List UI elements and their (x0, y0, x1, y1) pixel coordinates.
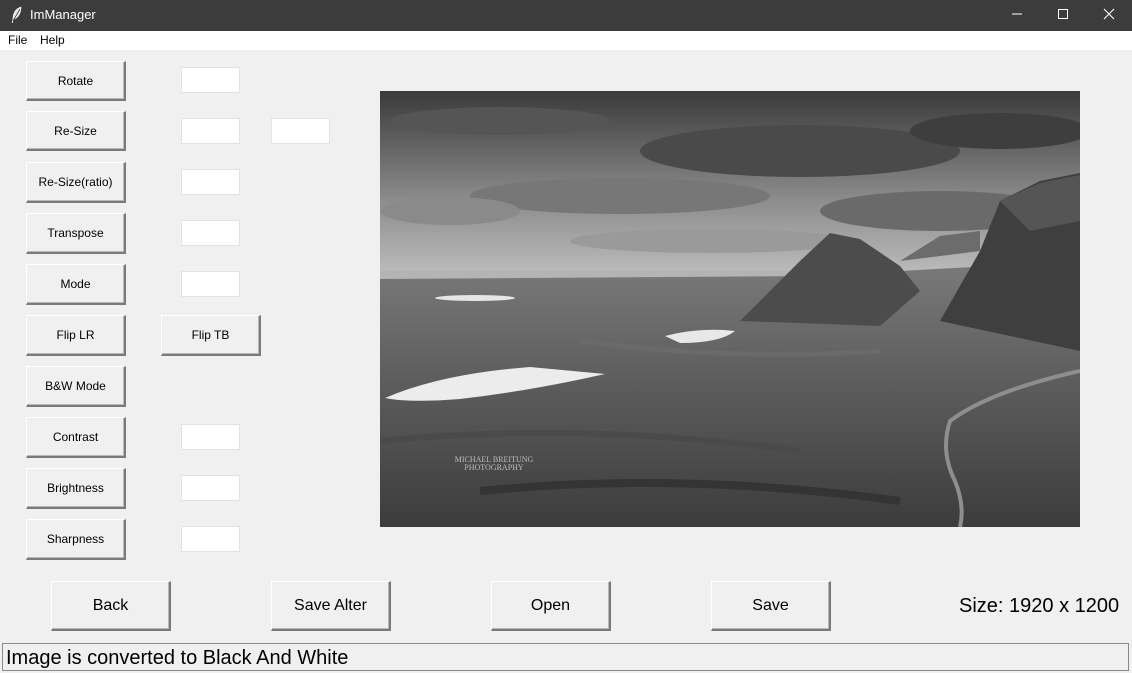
contrast-button[interactable]: Contrast (26, 417, 126, 458)
mode-button[interactable]: Mode (26, 264, 126, 305)
landscape-photo: MICHAEL BREITUNG PHOTOGRAPHY (379, 91, 1090, 528)
transpose-input[interactable] (181, 220, 240, 246)
title-bar: ImManager (0, 0, 1132, 31)
feather-icon (9, 6, 25, 24)
brightness-button[interactable]: Brightness (26, 468, 126, 509)
resize-button[interactable]: Re-Size (26, 111, 126, 151)
save-button[interactable]: Save (711, 581, 831, 631)
minimize-button[interactable] (994, 0, 1040, 31)
maximize-icon (1057, 7, 1069, 25)
contrast-input[interactable] (181, 424, 240, 450)
status-bar: Image is converted to Black And White (2, 643, 1129, 671)
sharpness-button[interactable]: Sharpness (26, 519, 126, 560)
close-icon (1103, 7, 1115, 25)
resize-ratio-button[interactable]: Re-Size(ratio) (26, 162, 126, 203)
rotate-input[interactable] (181, 67, 240, 93)
back-button[interactable]: Back (51, 581, 171, 631)
menu-bar: File Help (0, 31, 1132, 50)
menu-help[interactable]: Help (40, 33, 65, 47)
image-size-label: Size: 1920 x 1200 (959, 595, 1120, 617)
maximize-button[interactable] (1040, 0, 1086, 31)
resize-ratio-input[interactable] (181, 169, 240, 195)
flip-lr-button[interactable]: Flip LR (26, 315, 126, 356)
menu-file[interactable]: File (8, 33, 27, 47)
image-preview: MICHAEL BREITUNG PHOTOGRAPHY (379, 91, 1090, 528)
status-message: Image is converted to Black And White (6, 647, 349, 669)
minimize-icon (1011, 7, 1023, 25)
close-button[interactable] (1086, 0, 1132, 31)
brightness-input[interactable] (181, 475, 240, 501)
resize-height-input[interactable] (271, 118, 330, 144)
open-button[interactable]: Open (491, 581, 611, 631)
resize-width-input[interactable] (181, 118, 240, 144)
watermark-line-2: PHOTOGRAPHY (464, 463, 524, 472)
flip-tb-button[interactable]: Flip TB (161, 315, 261, 356)
save-alter-button[interactable]: Save Alter (271, 581, 391, 631)
bw-mode-button[interactable]: B&W Mode (26, 366, 126, 407)
sharpness-input[interactable] (181, 526, 240, 552)
transpose-button[interactable]: Transpose (26, 213, 126, 254)
mode-input[interactable] (181, 271, 240, 297)
rotate-button[interactable]: Rotate (26, 61, 126, 101)
window-title: ImManager (30, 7, 96, 22)
